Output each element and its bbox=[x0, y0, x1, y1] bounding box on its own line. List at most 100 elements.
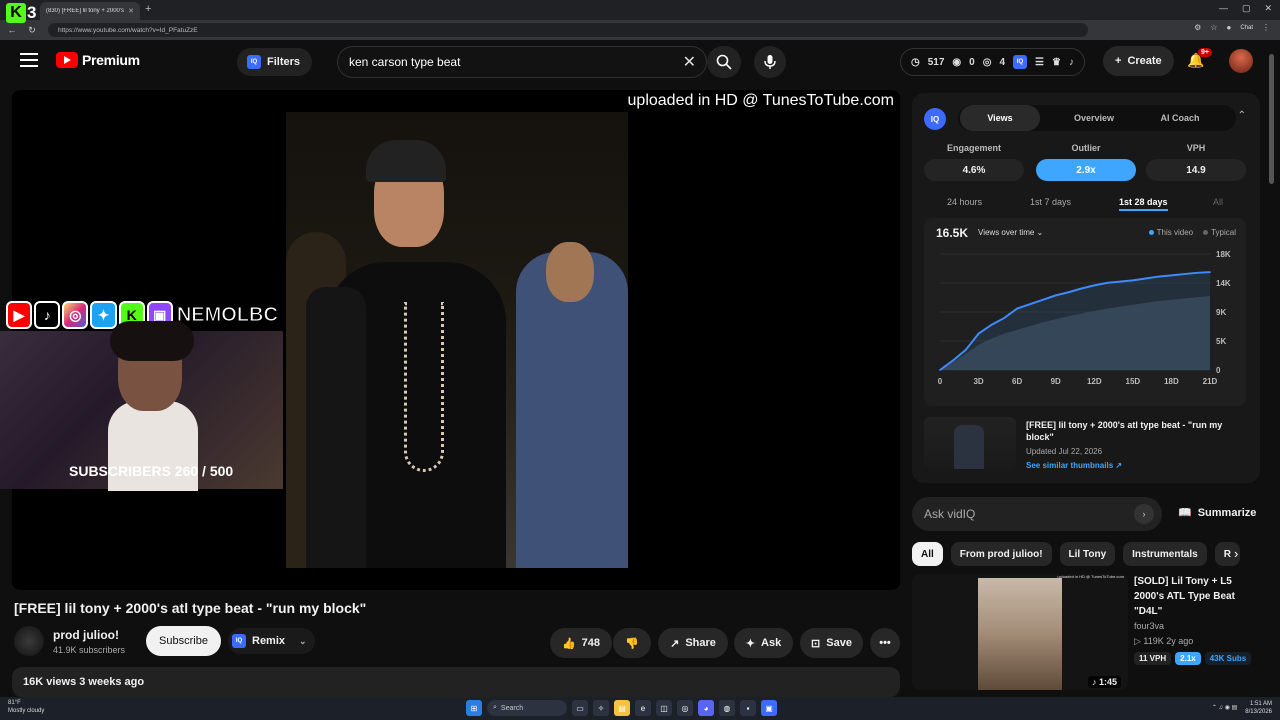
subscribe-button[interactable]: Subscribe bbox=[146, 626, 221, 656]
edge-icon[interactable]: e bbox=[635, 700, 651, 716]
save-button[interactable]: ⊡ Save bbox=[800, 628, 863, 658]
recommended-title[interactable]: [SOLD] Lil Tony + L5 2000's ATL Type Bea… bbox=[1134, 574, 1254, 619]
range-all[interactable]: All bbox=[1213, 197, 1223, 207]
taskbar-apps: ⊞ ⌕ Search ▭ ✧ ▤ e ◫ ◎ ◕ ◍ ▪ ▣ bbox=[466, 700, 777, 716]
create-button[interactable]: + Create bbox=[1103, 46, 1174, 76]
close-window-icon[interactable]: ✕ bbox=[1264, 3, 1272, 14]
chip-lil-tony[interactable]: Lil Tony bbox=[1059, 542, 1116, 566]
trophy-icon[interactable]: ♛ bbox=[1052, 57, 1061, 68]
tray-icons[interactable]: ⌃ ♫ ◉ ▤ bbox=[1212, 704, 1237, 712]
summarize-button[interactable]: 📖 Summarize bbox=[1178, 506, 1256, 520]
voice-search-button[interactable] bbox=[754, 46, 786, 78]
hamburger-menu-icon[interactable] bbox=[20, 53, 38, 67]
metric-value[interactable]: 14.9 bbox=[1146, 159, 1246, 181]
file-explorer-icon[interactable]: ▤ bbox=[614, 700, 630, 716]
back-icon[interactable]: ← bbox=[4, 25, 20, 35]
like-button[interactable]: 👍 748 bbox=[550, 628, 612, 658]
search-input[interactable]: ken carson type beat bbox=[349, 55, 683, 69]
share-button[interactable]: ↗ Share bbox=[658, 628, 728, 658]
microphone-icon bbox=[764, 55, 776, 69]
clock[interactable]: 1:51 AM 8/13/2026 bbox=[1245, 700, 1272, 716]
maximize-icon[interactable]: ▢ bbox=[1242, 3, 1251, 14]
active-app-icon[interactable]: ▣ bbox=[761, 700, 777, 716]
send-arrow-icon[interactable]: › bbox=[1134, 504, 1154, 524]
remix-label: Remix bbox=[252, 635, 286, 647]
player-overlay-text: uploaded in HD @ TunesToTube.com bbox=[627, 92, 894, 109]
vidiq-stats-pill[interactable]: ◷ 517 ◉ 0 ◎ 4 IQ ☰ ♛ ♪ bbox=[900, 48, 1085, 76]
chevron-right-icon[interactable]: › bbox=[1234, 546, 1238, 561]
weather-widget[interactable]: 81°F Mostly cloudy bbox=[8, 699, 44, 715]
x-tick-label: 12D bbox=[1087, 377, 1102, 386]
page-scrollbar[interactable] bbox=[1268, 44, 1276, 694]
ask-vidiq-input[interactable]: Ask vidIQ › bbox=[912, 497, 1162, 531]
chip-all[interactable]: All bbox=[912, 542, 943, 566]
instagram-app-icon[interactable]: ◎ bbox=[677, 700, 693, 716]
chat-button[interactable]: Chat bbox=[1240, 25, 1253, 31]
metric-value[interactable]: 2.9x bbox=[1036, 159, 1136, 181]
discord-icon[interactable]: ◕ bbox=[698, 700, 714, 716]
range-7d[interactable]: 1st 7 days bbox=[1030, 197, 1071, 207]
series-this-video-point bbox=[952, 359, 954, 362]
copilot-icon[interactable]: ✧ bbox=[593, 700, 609, 716]
chip-from-channel[interactable]: From prod julioo! bbox=[950, 542, 1052, 566]
dislike-button[interactable]: 👎 bbox=[613, 628, 651, 658]
vidiq-icon[interactable]: IQ bbox=[1013, 55, 1028, 69]
extension-icon[interactable]: ⚙ bbox=[1194, 23, 1201, 32]
similar-thumbnail-row[interactable]: [FREE] lil tony + 2000's atl type beat -… bbox=[924, 417, 1246, 473]
close-tab-icon[interactable]: ✕ bbox=[128, 7, 134, 15]
recommended-video[interactable]: uploaded in HD @ TunesToTube.com ♪ 1:45 … bbox=[912, 574, 1262, 692]
recommended-channel[interactable]: four3va bbox=[1134, 621, 1164, 631]
clock-date: 8/13/2026 bbox=[1245, 709, 1272, 715]
scroll-thumb[interactable] bbox=[1269, 54, 1274, 184]
tab-overview[interactable]: Overview bbox=[1054, 105, 1134, 131]
new-tab-icon[interactable]: + bbox=[145, 3, 151, 15]
remix-button[interactable]: IQ Remix ⌄ bbox=[228, 628, 315, 654]
tag-outlier: 2.1x bbox=[1175, 652, 1201, 665]
see-similar-link[interactable]: See similar thumbnails ↗ bbox=[1026, 461, 1122, 470]
app-icon[interactable]: ▪ bbox=[740, 700, 756, 716]
taskbar-search[interactable]: ⌕ Search bbox=[487, 700, 567, 716]
range-24h[interactable]: 24 hours bbox=[947, 197, 982, 207]
more-actions-button[interactable]: ••• bbox=[870, 628, 900, 658]
chip-instrumentals[interactable]: Instrumentals bbox=[1123, 542, 1207, 566]
description-box[interactable]: 16K views 3 weeks ago bbox=[12, 667, 900, 697]
clear-search-icon[interactable]: ✕ bbox=[683, 52, 696, 72]
search-box[interactable]: ken carson type beat ✕ bbox=[337, 46, 707, 78]
range-28d[interactable]: 1st 28 days bbox=[1119, 197, 1168, 211]
browser-tab[interactable]: (830) [FREE] lil tony + 2000's ... ✕ bbox=[40, 2, 140, 20]
recommended-thumbnail-image bbox=[978, 578, 1062, 690]
x-tick-label: 21D bbox=[1203, 377, 1218, 386]
x-tick-label: 15D bbox=[1126, 377, 1141, 386]
user-avatar[interactable] bbox=[1229, 49, 1253, 73]
ask-button[interactable]: ✦ Ask bbox=[734, 628, 793, 658]
channel-avatar[interactable] bbox=[14, 626, 44, 656]
notifications-bell-icon[interactable]: 🔔 9+ bbox=[1187, 48, 1212, 69]
chevron-down-icon[interactable]: ⌄ bbox=[299, 636, 307, 647]
channel-name[interactable]: prod julioo! bbox=[53, 628, 119, 642]
chrome-icon[interactable]: ◍ bbox=[719, 700, 735, 716]
search-button[interactable] bbox=[707, 46, 741, 78]
reload-icon[interactable]: ↻ bbox=[24, 25, 40, 36]
tab-views[interactable]: Views bbox=[960, 105, 1040, 131]
list-icon[interactable]: ☰ bbox=[1035, 57, 1044, 68]
bell-small-icon[interactable]: ♪ bbox=[1069, 57, 1074, 68]
series-this-video-point bbox=[1016, 307, 1018, 310]
task-view-icon[interactable]: ▭ bbox=[572, 700, 588, 716]
vidiq-icon: IQ bbox=[247, 55, 261, 69]
store-icon[interactable]: ◫ bbox=[656, 700, 672, 716]
webcam-hair bbox=[110, 321, 194, 361]
start-icon[interactable]: ⊞ bbox=[466, 700, 482, 716]
similar-thumbnail[interactable] bbox=[924, 417, 1016, 469]
profile-icon[interactable]: ● bbox=[1226, 23, 1231, 32]
filters-button[interactable]: IQ Filters bbox=[237, 48, 313, 76]
youtube-logo[interactable]: Premium bbox=[56, 52, 140, 68]
collapse-chevron-icon[interactable]: ⌃ bbox=[1238, 110, 1246, 121]
metric-value[interactable]: 4.6% bbox=[924, 159, 1024, 181]
star-icon[interactable]: ☆ bbox=[1210, 23, 1217, 32]
tab-ai-coach[interactable]: AI Coach bbox=[1140, 105, 1220, 131]
recommended-thumbnail[interactable]: uploaded in HD @ TunesToTube.com bbox=[912, 574, 1128, 690]
address-bar: ← ↻ https://www.youtube.com/watch?v=Id_P… bbox=[0, 20, 1280, 40]
minimize-icon[interactable]: — bbox=[1219, 3, 1228, 14]
menu-dots-icon[interactable]: ⋮ bbox=[1262, 23, 1270, 32]
url-field[interactable]: https://www.youtube.com/watch?v=Id_PFatu… bbox=[48, 23, 1088, 37]
